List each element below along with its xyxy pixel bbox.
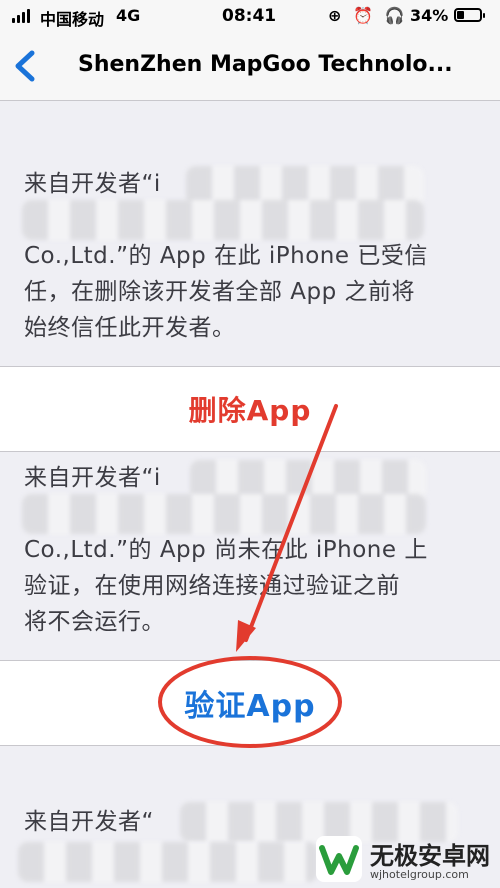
- battery-fill: [457, 11, 464, 19]
- description-line: Co.,Ltd.”的 App 在此 iPhone 已受信: [24, 243, 428, 269]
- chevron-left-icon: [15, 50, 35, 82]
- watermark-url: wjhotelgroup.com: [370, 868, 469, 881]
- page-title: ShenZhen MapGoo Technolo...: [78, 52, 453, 77]
- battery-icon: [454, 8, 485, 22]
- description-line: Co.,Ltd.”的 App 尚未在此 iPhone 上: [24, 537, 428, 563]
- signal-strength-icon: [12, 9, 30, 23]
- delete-app-label: 删除App: [188, 394, 312, 427]
- description-line: 始终信任此开发者。: [24, 315, 236, 341]
- watermark-name: 无极安卓网: [370, 842, 490, 870]
- delete-app-button[interactable]: 删除App: [0, 366, 500, 452]
- carrier-name: 中国移动: [40, 10, 105, 29]
- verify-app-label: 验证App: [184, 689, 316, 724]
- back-button[interactable]: [10, 48, 44, 84]
- status-icons: ⊕ ⏰ 🎧: [328, 6, 408, 25]
- description-line: 验证，在使用网络连接通过验证之前: [24, 573, 400, 599]
- redacted-text: [22, 494, 426, 534]
- watermark-logo-icon: [316, 836, 362, 882]
- description-line: 任，在删除该开发者全部 App 之前将: [24, 279, 416, 305]
- status-bar: 中国移动 4G 08:41 ⊕ ⏰ 🎧 34%: [0, 0, 500, 32]
- watermark: 无极安卓网 wjhotelgroup.com: [316, 830, 500, 888]
- network-type: 4G: [116, 6, 141, 25]
- navigation-bar: ShenZhen MapGoo Technolo...: [0, 32, 500, 101]
- description-line: 将不会运行。: [24, 609, 165, 635]
- verify-app-button[interactable]: 验证App: [0, 660, 500, 746]
- status-time: 08:41: [222, 6, 277, 26]
- redacted-text: [22, 200, 424, 240]
- redacted-text: [18, 842, 318, 882]
- battery-percent: 34%: [410, 6, 449, 25]
